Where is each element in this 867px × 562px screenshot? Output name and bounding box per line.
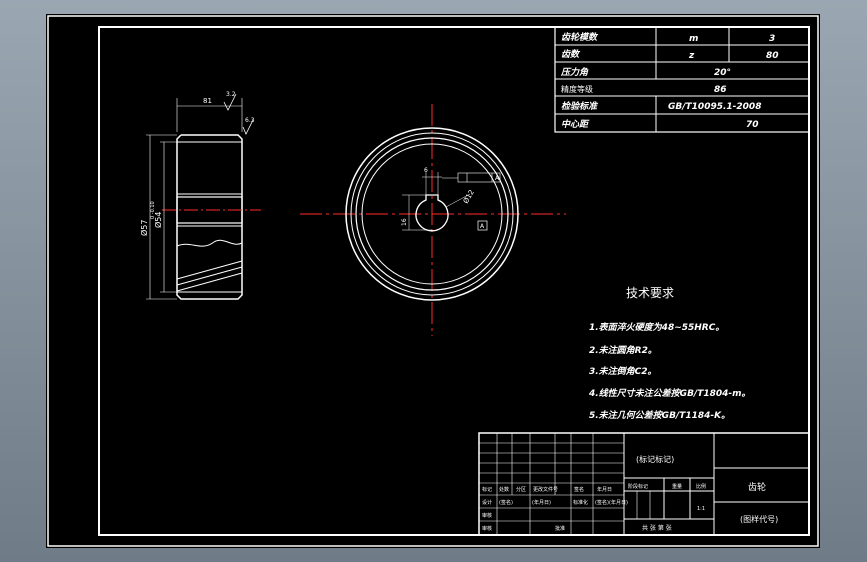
- check-label: 审核: [482, 512, 492, 519]
- roughness-top: 3.2: [226, 91, 236, 98]
- design-sign: (签名): [499, 499, 513, 506]
- dim-keyway-width: 6: [424, 167, 428, 174]
- tech-req-title: 技术要求: [626, 286, 674, 300]
- param-sym-module: m: [689, 34, 698, 44]
- param-val-center-distance: 70: [746, 120, 759, 130]
- title-stage-mark: 阶段标记: [628, 483, 648, 490]
- tech-req-item-2: 2.未注圆角R2。: [589, 345, 657, 356]
- design-label: 设计: [482, 499, 492, 506]
- title-scale-label: 比例: [696, 483, 706, 490]
- title-scale: 1:1: [697, 506, 705, 512]
- rev-mark: 标记: [482, 486, 492, 493]
- review-label: 审核: [482, 525, 492, 532]
- roughness-side: 6.3: [245, 117, 255, 124]
- std-sign: (签名): [595, 499, 609, 506]
- dim-bore: Ø12: [462, 189, 476, 205]
- approve-label: 批准: [555, 525, 565, 532]
- rev-count: 处数: [499, 486, 509, 493]
- dim-root-diameter: Ø54: [153, 212, 163, 228]
- param-label-center-distance: 中心距: [561, 119, 590, 130]
- dim-width: 81: [203, 97, 212, 105]
- param-val-accuracy: 86: [714, 85, 727, 95]
- title-part-name: 齿轮: [748, 481, 766, 493]
- sheet-count: 共 张 第 张: [642, 524, 672, 532]
- param-label-pressure-angle: 压力角: [560, 67, 589, 78]
- param-val-pressure-angle: 20°: [714, 68, 731, 78]
- technical-requirements: 技术要求 1.表面淬火硬度为48~55HRC。 2.未注圆角R2。 3.未注倒角…: [588, 286, 751, 421]
- design-date: (年月日): [532, 499, 551, 506]
- param-sym-teeth: z: [688, 51, 695, 61]
- gear-parameter-table: 齿轮模数 m 3 齿数 z 80 压力角 20° 精度等级 86 检验标准 GB…: [554, 26, 810, 133]
- param-val-teeth: 80: [766, 51, 779, 61]
- param-label-module: 齿轮模数: [561, 32, 599, 43]
- dim-outer-diameter: Ø57: [139, 220, 149, 236]
- rev-zone: 分区: [516, 486, 526, 493]
- tech-req-item-1: 1.表面淬火硬度为48~55HRC。: [589, 322, 724, 333]
- title-weight: 重量: [672, 483, 682, 490]
- tech-req-item-3: 3.未注倒角C2。: [589, 366, 657, 377]
- drawing-sheet[interactable]: 齿轮模数 m 3 齿数 z 80 压力角 20° 精度等级 86 检验标准 GB…: [46, 14, 820, 548]
- datum-box: A: [480, 223, 485, 230]
- title-drawing-no: (图样代号): [740, 514, 778, 524]
- dim-keyway-height: 16: [401, 218, 408, 226]
- gear-section-view: 81 3.2 6.3 Ø57 0 -0.10 Ø54: [139, 91, 261, 300]
- rev-date: 年月日: [597, 486, 612, 493]
- rev-sign: 签名: [574, 486, 584, 493]
- title-mark-label: (标记标记): [636, 454, 674, 464]
- drawing-canvas: 齿轮模数 m 3 齿数 z 80 压力角 20° 精度等级 86 检验标准 GB…: [47, 15, 819, 547]
- tech-req-item-5: 5.未注几何公差按GB/T1184-K。: [589, 410, 730, 421]
- param-label-accuracy: 精度等级: [561, 84, 593, 94]
- tech-req-item-4: 4.线性尺寸未注公差按GB/T1804-m。: [588, 388, 751, 399]
- gear-front-view: 16 6 A Ø12 A: [300, 104, 566, 336]
- param-val-module: 3: [769, 34, 775, 44]
- std-label: 标准化: [573, 499, 588, 506]
- param-label-standard: 检验标准: [561, 101, 599, 112]
- param-val-standard: GB/T10095.1-2008: [668, 102, 761, 112]
- param-label-teeth: 齿数: [561, 49, 581, 60]
- title-block: (标记标记) 齿轮 (图样代号) 阶段标记 重量 比例 1:1 标记 处数 分区…: [478, 432, 810, 536]
- rev-doc: 更改文件号: [533, 486, 558, 493]
- std-date: (年月日): [609, 499, 628, 506]
